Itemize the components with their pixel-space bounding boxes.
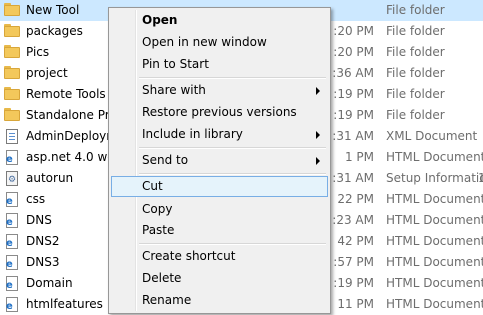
menu-item-cut[interactable]: Cut xyxy=(111,176,328,197)
file-name: DNS3 xyxy=(26,255,60,269)
file-type: HTML Document xyxy=(386,192,483,206)
folder-icon xyxy=(4,87,20,102)
file-type: HTML Document xyxy=(386,150,483,164)
file-type: File folder xyxy=(386,66,445,80)
menu-item-label: Send to xyxy=(142,153,189,167)
menu-item-label: Rename xyxy=(142,293,192,307)
submenu-arrow-icon xyxy=(316,157,320,165)
menu-item-label: Restore previous versions xyxy=(142,105,297,119)
menu-item-restore-previous-versions[interactable]: Restore previous versions xyxy=(111,102,328,123)
menu-item-open-new-window[interactable]: Open in new window xyxy=(111,32,328,53)
html-file-icon: e xyxy=(4,150,20,165)
html-file-icon: e xyxy=(4,297,20,312)
menu-separator xyxy=(139,77,326,79)
menu-item-open[interactable]: Open xyxy=(111,10,328,31)
menu-separator xyxy=(139,243,326,245)
menu-item-share-with[interactable]: Share with xyxy=(111,80,328,101)
file-type: HTML Document xyxy=(386,297,483,311)
file-type: File folder xyxy=(386,3,445,17)
file-name: css xyxy=(26,192,46,206)
folder-icon xyxy=(4,66,20,81)
file-name: Pics xyxy=(26,45,50,59)
html-file-icon: e xyxy=(4,234,20,249)
submenu-arrow-icon xyxy=(316,87,320,95)
file-name: project xyxy=(26,66,68,80)
file-type: XML Document xyxy=(386,129,478,143)
file-name: Domain xyxy=(26,276,73,290)
menu-item-rename[interactable]: Rename xyxy=(111,290,328,311)
file-name: New Tool xyxy=(26,3,80,17)
menu-item-label: Open xyxy=(142,13,178,27)
menu-item-label: Paste xyxy=(142,223,175,237)
menu-item-label: Include in library xyxy=(142,127,243,141)
menu-item-delete[interactable]: Delete xyxy=(111,268,328,289)
menu-item-create-shortcut[interactable]: Create shortcut xyxy=(111,246,328,267)
folder-icon xyxy=(4,45,20,60)
menu-item-paste[interactable]: Paste xyxy=(111,220,328,241)
file-name: DNS2 xyxy=(26,234,60,248)
file-type: File folder xyxy=(386,108,445,122)
file-type: HTML Document xyxy=(386,276,483,290)
file-name: autorun xyxy=(26,171,74,185)
submenu-arrow-icon xyxy=(316,131,320,139)
file-type: File folder xyxy=(386,45,445,59)
setup-file-icon: ⚙ xyxy=(4,171,20,186)
menu-item-pin-to-start[interactable]: Pin to Start xyxy=(111,54,328,75)
menu-item-label: Open in new window xyxy=(142,35,267,49)
menu-item-label: Cut xyxy=(142,179,163,193)
menu-item-label: Copy xyxy=(142,202,173,216)
file-name: Remote Tools xyxy=(26,87,106,101)
folder-icon xyxy=(4,3,20,18)
menu-item-label: Share with xyxy=(142,83,206,97)
menu-item-label: Pin to Start xyxy=(142,57,209,71)
menu-separator xyxy=(139,147,326,149)
file-name: Standalone Pro xyxy=(26,108,117,122)
file-type: Setup Information xyxy=(386,171,483,185)
folder-icon xyxy=(4,108,20,123)
menu-item-include-in-library[interactable]: Include in library xyxy=(111,124,328,145)
file-name: htmlfeatures xyxy=(26,297,103,311)
menu-separator xyxy=(139,173,326,175)
menu-item-label: Delete xyxy=(142,271,182,285)
html-file-icon: e xyxy=(4,213,20,228)
menu-item-send-to[interactable]: Send to xyxy=(111,150,328,171)
context-menu: Open Open in new window Pin to Start Sha… xyxy=(108,7,331,314)
file-name: packages xyxy=(26,24,83,38)
file-type: HTML Document xyxy=(386,255,483,269)
html-file-icon: e xyxy=(4,276,20,291)
file-name: DNS xyxy=(26,213,52,227)
menu-item-copy[interactable]: Copy xyxy=(111,199,328,220)
menu-item-label: Create shortcut xyxy=(142,249,236,263)
file-type: File folder xyxy=(386,24,445,38)
file-size: 1 xyxy=(478,171,483,185)
xml-file-icon xyxy=(4,129,20,144)
file-name: AdminDeploym xyxy=(26,129,118,143)
html-file-icon: e xyxy=(4,192,20,207)
html-file-icon: e xyxy=(4,255,20,270)
file-type: HTML Document xyxy=(386,234,483,248)
file-type: File folder xyxy=(386,87,445,101)
folder-icon xyxy=(4,24,20,39)
file-type: HTML Document xyxy=(386,213,483,227)
